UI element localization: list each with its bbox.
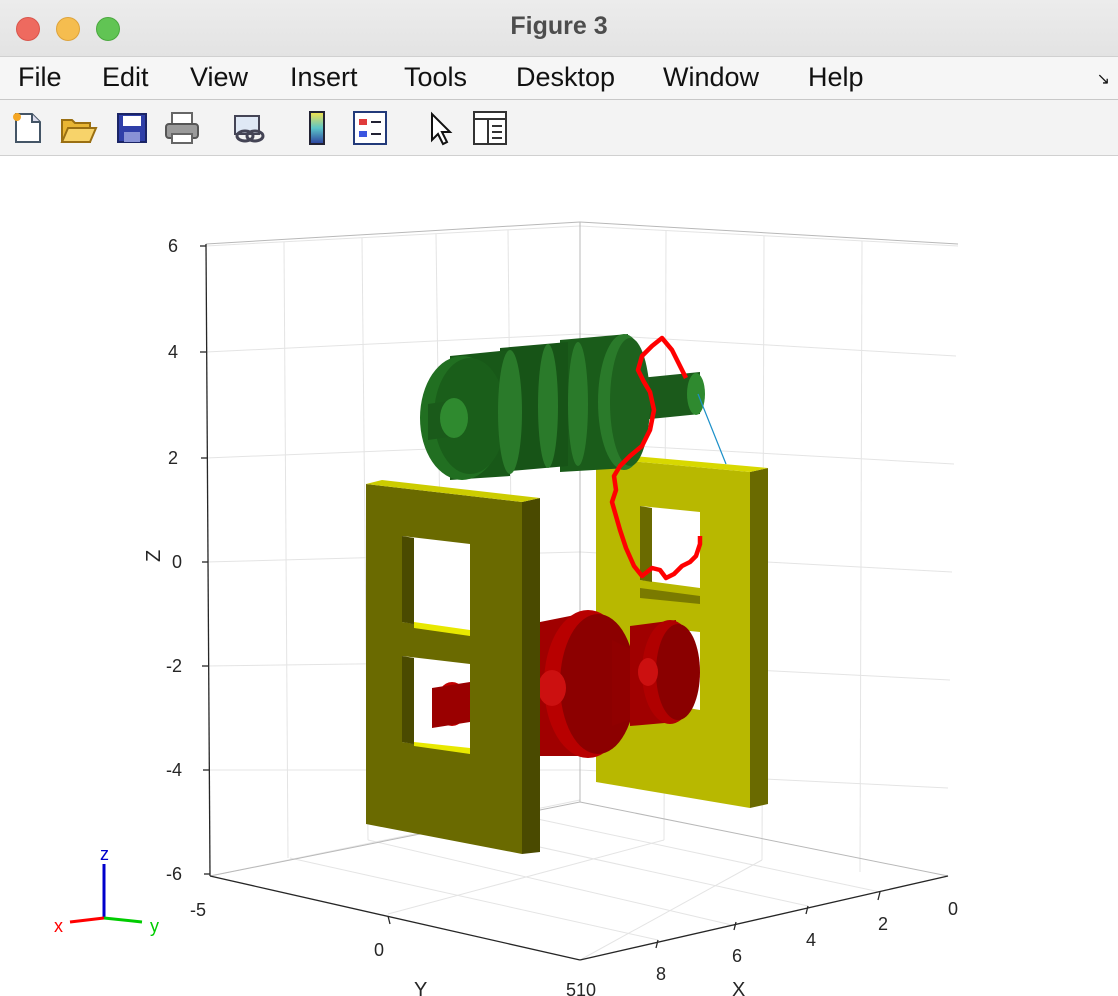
z-tick-m6: -6 bbox=[166, 864, 182, 884]
menu-desktop[interactable]: Desktop bbox=[516, 62, 615, 93]
new-figure-icon[interactable] bbox=[8, 108, 48, 148]
print-icon[interactable] bbox=[162, 108, 202, 148]
green-shaft-part bbox=[420, 334, 705, 480]
menu-view[interactable]: View bbox=[190, 62, 248, 93]
menu-bar: File Edit View Insert Tools Desktop Wind… bbox=[0, 57, 1118, 100]
colorbar-icon[interactable] bbox=[298, 108, 338, 148]
open-file-icon[interactable] bbox=[58, 108, 98, 148]
z-tick-2: 2 bbox=[168, 448, 178, 468]
menu-tools[interactable]: Tools bbox=[404, 62, 467, 93]
z-tick-4: 4 bbox=[168, 342, 178, 362]
toolbar bbox=[0, 100, 1118, 156]
legend-icon[interactable] bbox=[350, 108, 390, 148]
title-bar[interactable]: Figure 3 bbox=[0, 0, 1118, 57]
z-tick-6: 6 bbox=[168, 236, 178, 256]
menu-edit[interactable]: Edit bbox=[102, 62, 149, 93]
property-editor-icon[interactable] bbox=[470, 108, 510, 148]
z-axis-label: Z bbox=[143, 550, 165, 562]
x-tick-6: 6 bbox=[732, 946, 742, 966]
window-title: Figure 3 bbox=[510, 12, 608, 40]
dock-arrow-icon[interactable]: ↘ bbox=[1097, 69, 1110, 89]
left-yellow-frame bbox=[366, 480, 540, 854]
link-line bbox=[697, 393, 727, 465]
y-tick-5: 510 bbox=[566, 980, 596, 996]
axes-3d[interactable]: 6 4 2 0 -2 -4 -6 -5 0 510 8 6 4 2 0 Z Y … bbox=[0, 156, 1118, 996]
grid-lines bbox=[205, 225, 959, 961]
pointer-icon[interactable] bbox=[420, 108, 460, 148]
box-edges bbox=[205, 221, 959, 877]
figure-window: Figure 3 File Edit View Insert Tools Des… bbox=[0, 0, 1118, 996]
link-icon[interactable] bbox=[229, 108, 269, 148]
x-tick-4: 4 bbox=[806, 930, 816, 950]
x-tick-0: 0 bbox=[948, 899, 958, 919]
save-icon[interactable] bbox=[112, 108, 152, 148]
y-tick-m5: -5 bbox=[190, 900, 206, 920]
z-tick-0: 0 bbox=[172, 552, 182, 572]
orientation-triad: z y x bbox=[54, 844, 159, 936]
triad-x-axis bbox=[69, 916, 105, 924]
x-tick-8: 8 bbox=[656, 964, 666, 984]
menu-insert[interactable]: Insert bbox=[290, 62, 358, 93]
x-axis-label: X bbox=[732, 979, 745, 996]
triad-y-label: y bbox=[150, 916, 159, 936]
menu-help[interactable]: Help bbox=[808, 62, 864, 93]
triad-x-label: x bbox=[54, 916, 63, 936]
z-tick-m4: -4 bbox=[166, 760, 182, 780]
z-tick-m2: -2 bbox=[166, 656, 182, 676]
triad-z-label: z bbox=[100, 844, 109, 864]
menu-window[interactable]: Window bbox=[663, 62, 759, 93]
y-axis-label: Y bbox=[414, 979, 427, 996]
menu-file[interactable]: File bbox=[18, 62, 62, 93]
x-tick-2: 2 bbox=[878, 914, 888, 934]
triad-y-axis bbox=[103, 916, 143, 924]
plot-area[interactable]: 6 4 2 0 -2 -4 -6 -5 0 510 8 6 4 2 0 Z Y … bbox=[0, 156, 1118, 996]
y-tick-0: 0 bbox=[374, 940, 384, 960]
